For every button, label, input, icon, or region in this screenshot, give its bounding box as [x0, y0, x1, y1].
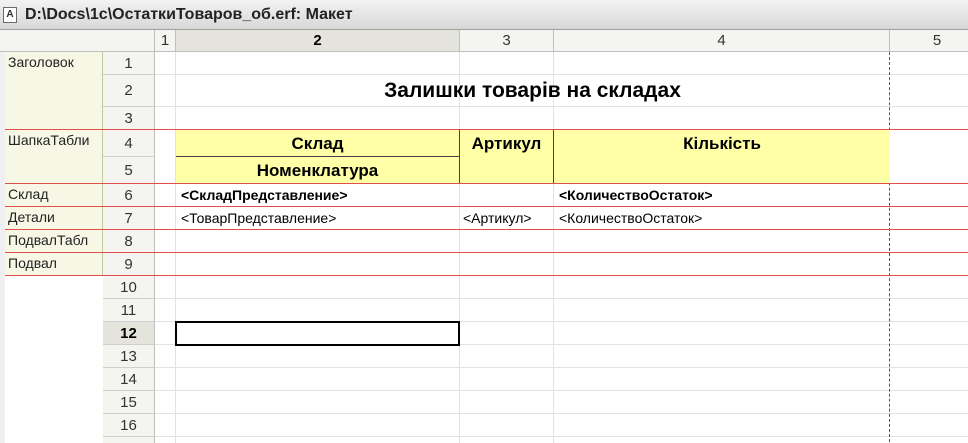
- row-header-3[interactable]: 3: [103, 107, 155, 130]
- cell-sklad-qty-param[interactable]: <КоличествоОстаток>: [554, 184, 890, 207]
- row-header-10[interactable]: 10: [103, 276, 155, 299]
- grid-line: [155, 436, 968, 437]
- header-artikul[interactable]: Артикул: [460, 130, 554, 184]
- band-zagolovok[interactable]: Заголовок: [5, 52, 103, 130]
- cell-sklad-param[interactable]: <СкладПредставление>: [176, 184, 460, 207]
- row-header-16[interactable]: 16: [103, 414, 155, 437]
- row-header-2[interactable]: 2: [103, 75, 155, 107]
- column-header-4[interactable]: 4: [554, 30, 890, 52]
- grid-line: [155, 413, 968, 414]
- band-podval-tablitsy[interactable]: ПодвалТабл: [5, 230, 103, 253]
- row-header-6[interactable]: 6: [103, 184, 155, 207]
- row-header-8[interactable]: 8: [103, 230, 155, 253]
- grid-line: [155, 390, 968, 391]
- row-header-5[interactable]: 5: [103, 157, 155, 184]
- row-header-14[interactable]: 14: [103, 368, 155, 391]
- grid-line: [175, 52, 176, 443]
- band-shapka-tablitsy[interactable]: ШапкаТабли: [5, 130, 103, 184]
- band-boundary-line: [5, 206, 968, 207]
- column-header-3[interactable]: 3: [460, 30, 554, 52]
- band-boundary-line: [5, 229, 968, 230]
- selected-cell[interactable]: [175, 321, 460, 346]
- band-detali[interactable]: Детали: [5, 207, 103, 230]
- row-header-9[interactable]: 9: [103, 253, 155, 276]
- sheet-corner: [0, 30, 155, 52]
- band-boundary-line: [5, 129, 968, 130]
- cell-detail-artikul[interactable]: <Артикул>: [460, 207, 554, 230]
- spreadsheet-editor[interactable]: 1 2 3 4 5 1 2 3 4 5 6 7 8 9 10 11 12 13 …: [0, 30, 968, 443]
- band-sklad[interactable]: Склад: [5, 184, 103, 207]
- row-header-12[interactable]: 12: [103, 322, 155, 345]
- band-podval[interactable]: Подвал: [5, 253, 103, 276]
- cell-detail-param[interactable]: <ТоварПредставление>: [176, 207, 460, 230]
- band-boundary-line: [5, 183, 968, 184]
- header-sklad[interactable]: Склад: [176, 130, 460, 157]
- column-header-2[interactable]: 2: [176, 30, 460, 52]
- row-header-13[interactable]: 13: [103, 345, 155, 368]
- row-header-7[interactable]: 7: [103, 207, 155, 230]
- window-titlebar: A D:\Docs\1c\ОстаткиТоваров_об.erf: Маке…: [0, 0, 968, 30]
- grid-line: [459, 52, 460, 443]
- row-header-17[interactable]: 17: [103, 437, 155, 443]
- band-boundary-line: [5, 275, 968, 276]
- grid-line: [553, 52, 554, 443]
- app-icon: A: [3, 7, 17, 23]
- window-title: D:\Docs\1c\ОстаткиТоваров_об.erf: Макет: [25, 6, 353, 23]
- grid-line: [155, 298, 968, 299]
- row-header-1[interactable]: 1: [103, 52, 155, 75]
- cell-detail-qty-param[interactable]: <КоличествоОстаток>: [554, 207, 890, 230]
- report-title[interactable]: Залишки товарів на складах: [176, 75, 889, 107]
- column-header-1[interactable]: 1: [155, 30, 176, 52]
- row-header-4[interactable]: 4: [103, 130, 155, 157]
- page-boundary-line: [889, 52, 890, 443]
- row-header-15[interactable]: 15: [103, 391, 155, 414]
- band-boundary-line: [5, 252, 968, 253]
- header-kilkist[interactable]: Кількість: [554, 130, 890, 184]
- column-header-5[interactable]: 5: [890, 30, 968, 52]
- grid-line: [155, 367, 968, 368]
- row-header-11[interactable]: 11: [103, 299, 155, 322]
- header-nomenklatura[interactable]: Номенклатура: [176, 157, 460, 184]
